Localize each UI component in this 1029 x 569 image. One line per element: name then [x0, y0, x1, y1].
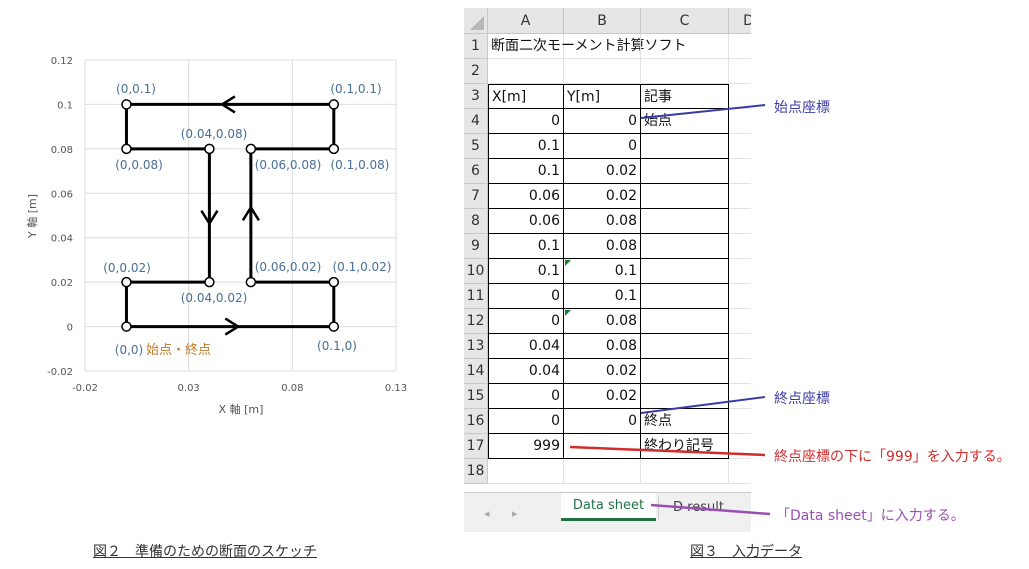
- annotation-data-sheet: 「Data sheet」に入力する。: [776, 508, 965, 524]
- annotation-start-coord: 始点座標: [774, 100, 830, 116]
- annotation-lines: [569, 104, 771, 516]
- annotation-end-coord: 終点座標: [774, 391, 830, 407]
- annotation-input-999: 終点座標の下に「999」を入力する。: [774, 449, 1011, 465]
